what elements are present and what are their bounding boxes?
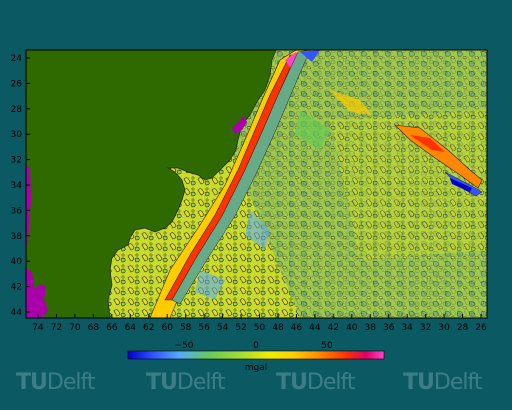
x-tick-label: 68 (88, 323, 100, 333)
y-tick-label: 26 (11, 79, 23, 89)
x-tick-label: 32 (420, 323, 431, 333)
x-tick-label: 74 (32, 323, 44, 333)
y-tick-label: 28 (11, 105, 23, 115)
x-tick-label: 62 (143, 323, 154, 333)
y-tick-label: 32 (11, 156, 22, 166)
x-tick-label: 56 (198, 323, 210, 333)
x-tick-label: 50 (254, 323, 266, 333)
tudelft-watermark: TUDelft (276, 370, 355, 395)
x-tick-label: 36 (383, 323, 395, 333)
colorbar-tick-label: 0 (253, 341, 259, 351)
x-tick-label: 28 (457, 323, 469, 333)
x-tick-label: 26 (475, 323, 487, 333)
y-tick-label: 38 (11, 232, 23, 242)
x-tick-label: 38 (365, 323, 377, 333)
x-tick-label: 54 (217, 323, 229, 333)
x-tick-label: 40 (346, 323, 358, 333)
x-tick-label: 58 (180, 323, 192, 333)
x-tick-label: 60 (161, 323, 173, 333)
x-tick-label: 52 (235, 323, 246, 333)
x-tick-label: 64 (125, 323, 137, 333)
x-tick-label: 48 (272, 323, 284, 333)
x-tick-label: 30 (438, 323, 450, 333)
y-tick-label: 40 (11, 257, 23, 267)
colorbar-tick-label: −50 (175, 341, 194, 351)
y-tick-label: 42 (11, 283, 22, 293)
y-tick-label: 30 (11, 130, 23, 140)
x-tick-label: 66 (106, 323, 118, 333)
x-tick-label: 42 (328, 323, 339, 333)
tudelft-watermark: TUDelft (16, 370, 95, 395)
map-plot-area (25, 49, 488, 319)
tudelft-watermark: TUDelft (403, 370, 482, 395)
y-tick-label: 36 (11, 206, 23, 216)
y-tick-label: 44 (11, 308, 23, 318)
x-tick-label: 72 (51, 323, 62, 333)
x-tick-label: 46 (291, 323, 303, 333)
y-tick-label: 34 (11, 181, 23, 191)
x-tick-label: 70 (69, 323, 81, 333)
x-tick-label: 44 (309, 323, 321, 333)
colorbar-unit-label: mgal (245, 363, 268, 373)
gravity-anomaly-map: 24 26 28 30 32 34 36 38 40 42 44 74 72 70 68 66 64 62 60 5… (11, 49, 488, 373)
y-tick-label: 24 (11, 54, 23, 64)
colorbar: −50 0 50 mgal (127, 341, 385, 373)
tudelft-watermark: TUDelft (146, 370, 225, 395)
x-tick-label: 34 (401, 323, 413, 333)
colorbar-tick-label: 50 (321, 341, 333, 351)
